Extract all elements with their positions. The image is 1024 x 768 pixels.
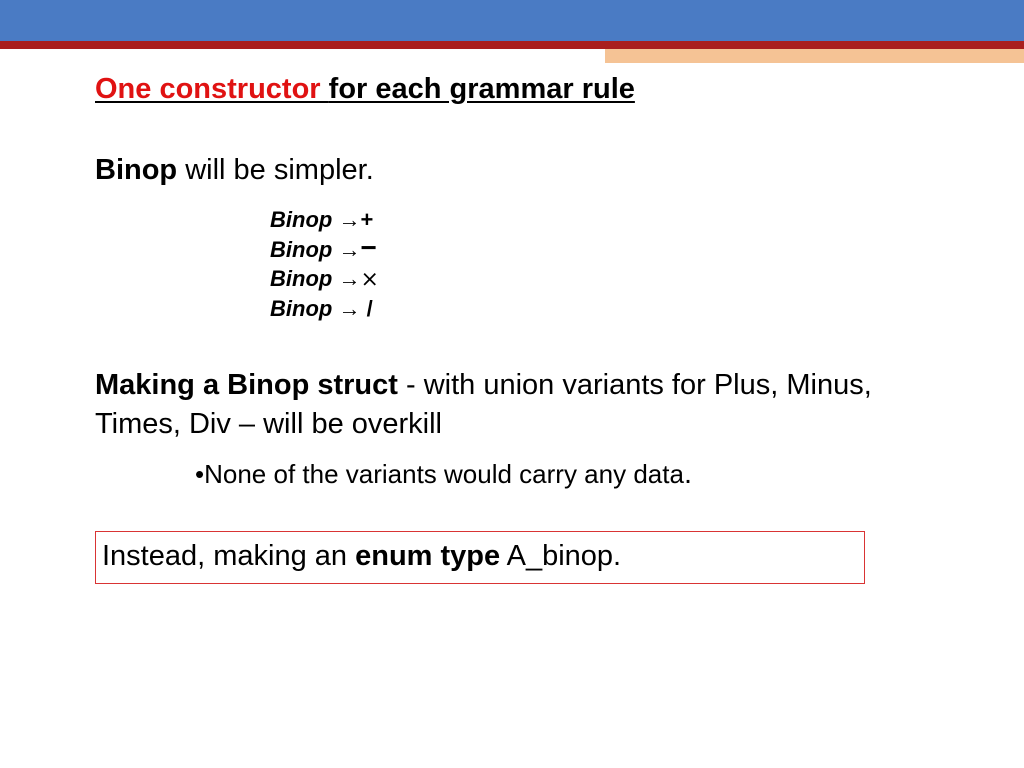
intro-rest: will be simpler. <box>177 154 374 186</box>
paragraph-struct: Making a Binop struct - with union varia… <box>95 366 929 444</box>
slide-content: One constructor for each grammar rule Bi… <box>0 63 1024 584</box>
title-highlight: One constructor <box>95 73 329 105</box>
grammar-row: Binop → / <box>270 294 929 324</box>
box-pre: Instead, making an <box>102 540 355 572</box>
title-rest: for each grammar rule <box>329 73 635 105</box>
grammar-rules: Binop →+ Binop →− Binop →⨯ Binop → / <box>270 205 929 324</box>
para-bold: Making a Binop struct <box>95 369 398 401</box>
intro-line: Binop will be simpler. <box>95 154 929 187</box>
intro-bold: Binop <box>95 154 177 186</box>
highlighted-box: Instead, making an enum type A_binop. <box>95 531 865 584</box>
grammar-row: Binop →− <box>270 235 929 265</box>
grammar-row: Binop →+ <box>270 205 929 235</box>
box-post: A_binop. <box>500 540 621 572</box>
header-orange-bar <box>605 49 1024 63</box>
header-red-bar <box>0 41 1024 49</box>
bullet-point: None of the variants would carry any dat… <box>195 458 929 491</box>
header-blue-bar <box>0 0 1024 41</box>
grammar-row: Binop →⨯ <box>270 264 929 294</box>
slide-title: One constructor for each grammar rule <box>95 73 929 106</box>
box-bold: enum type <box>355 540 500 572</box>
